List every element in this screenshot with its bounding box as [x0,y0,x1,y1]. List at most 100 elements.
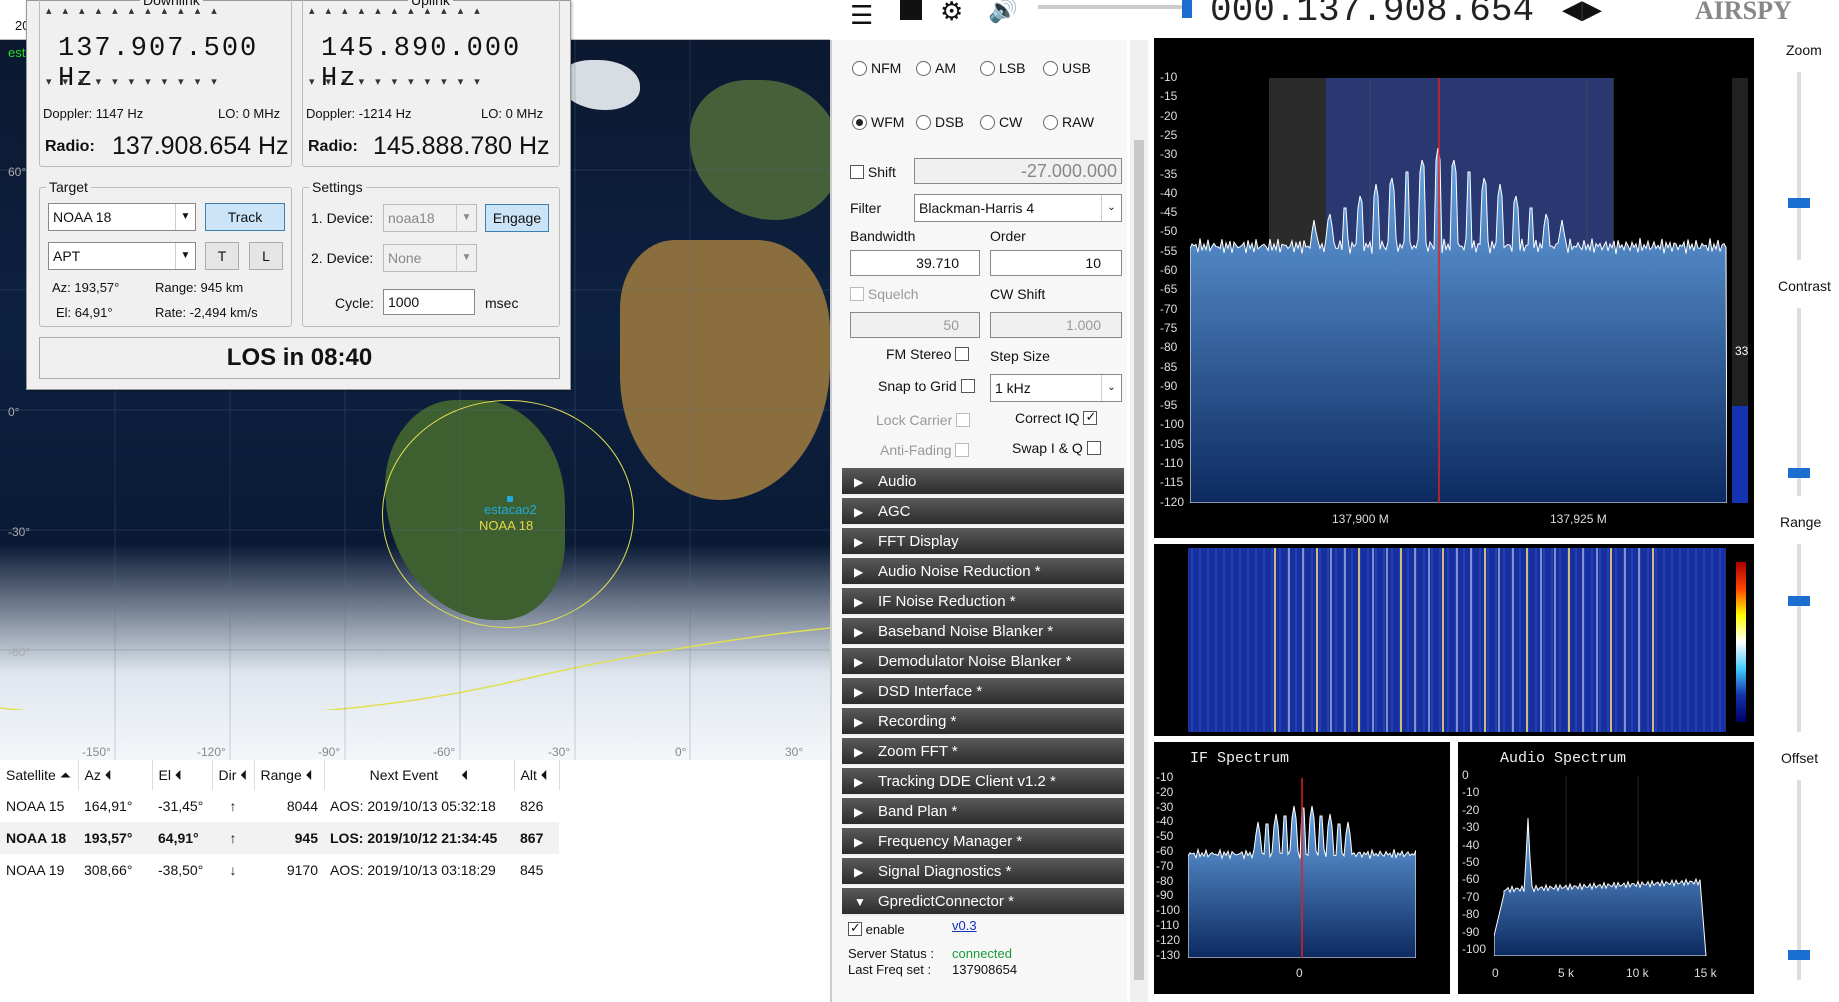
if-spectrum[interactable]: IF Spectrum -10 -20 -30 -40 -50 -60 -70 -80 -90-… [1154,742,1450,994]
scrollbar-thumb[interactable] [1134,140,1144,980]
cwshift-input[interactable]: 1.000 [990,312,1122,338]
db-tick: -30 [1156,799,1174,814]
zoom-label: Zoom [1786,42,1822,58]
audio-spectrum[interactable]: Audio Spectrum 0 -10 -20 -30 -40 -50 -60 -70 -80… [1458,742,1754,994]
waterfall-line [1274,548,1276,732]
freq-step-dots[interactable]: ▴▴▴▴▴▴▴▴▴▴▴ [309,4,491,17]
plugin-header[interactable]: ▶ Recording * [842,708,1124,736]
plugin-header[interactable]: ▶ Audio Noise Reduction * [842,558,1124,586]
target-satellite-select[interactable]: NOAA 18 ▼ [48,203,196,231]
mode-am[interactable]: AM [916,60,956,76]
mode-cw[interactable]: CW [980,114,1022,130]
freq-step-dots[interactable]: ▾▾▾▾▾▾▾▾▾▾▾ [309,75,491,88]
lon-label: 0° [675,745,687,759]
plugin-header[interactable]: ▶ Baseband Noise Blanker * [842,618,1124,646]
lon-label: -60° [433,745,456,759]
col-range[interactable]: Range ⏴ [254,760,325,790]
plugin-header[interactable]: ▶ Demodulator Noise Blanker * [842,648,1124,676]
col-satellite[interactable]: Satellite ⏶ [0,760,79,790]
plugin-header[interactable]: ▶ IF Noise Reduction * [842,588,1124,616]
plugin-header[interactable]: ▶ Band Plan * [842,798,1124,826]
bandwidth-input[interactable]: 39.710 [850,250,980,276]
panel-scrollbar[interactable] [1130,40,1148,1002]
menu-icon[interactable]: ☰ [850,0,873,31]
col-el[interactable]: El ⏴ [152,760,213,790]
gear-icon[interactable]: ⚙ [940,0,963,27]
frequency-display[interactable]: 000.137.908.654 [1210,0,1534,31]
antifading-checkbox[interactable]: Anti-Fading [880,442,970,458]
squelch-checkbox[interactable]: Squelch [850,286,918,302]
col-az[interactable]: Az ⏴ [78,760,153,790]
plugin-header[interactable]: ▶ Tracking DDE Client v1.2 * [842,768,1124,796]
col-alt[interactable]: Alt ⏴ [514,760,560,790]
fmstereo-checkbox[interactable]: FM Stereo [886,346,970,362]
table-row[interactable]: NOAA 15 164,91° -31,45° ↑ 8044 AOS: 2019/10/1… [0,790,559,822]
table-header: Satellite ⏶ Az ⏴ El ⏴ Dir ⏴ Range ⏴ Next… [0,760,560,790]
zoom-thumb[interactable] [1788,198,1810,208]
lockcarrier-checkbox[interactable]: Lock Carrier [876,412,971,428]
device1-select[interactable]: noaa18 ▼ [383,204,477,232]
version-link[interactable]: v0.3 [952,918,977,933]
engage-button[interactable]: Engage [485,204,549,232]
mode-dsb[interactable]: DSB [916,114,964,130]
shift-input[interactable]: -27.000.000 [914,158,1122,184]
waterfall-line [1456,548,1458,732]
mode-raw[interactable]: RAW [1043,114,1094,130]
cycle-unit: msec [485,295,519,311]
volume-thumb[interactable] [1182,0,1192,18]
offset-thumb[interactable] [1788,950,1810,960]
range-slider[interactable] [1797,544,1801,732]
plugin-header[interactable]: ▼ GpredictConnector * [842,888,1124,916]
l-button[interactable]: L [249,242,283,270]
plugin-header[interactable]: ▶ Signal Diagnostics * [842,858,1124,886]
volume-slider[interactable] [1038,5,1188,9]
device2-select[interactable]: None ▼ [383,244,477,272]
db-tick: -80 [1462,907,1480,922]
col-next-event[interactable]: Next Event ⏴ [324,760,515,790]
table-row[interactable]: NOAA 18 193,57° 64,91° ↑ 945 LOS: 2019/10/12 … [0,822,559,854]
freq-step-dots[interactable]: ▾▾▾▾▾▾▾▾▾▾▾ [46,75,228,88]
cycle-input[interactable]: 1000 [383,289,475,315]
swapiq-checkbox[interactable]: Swap I & Q [1012,440,1101,456]
correctiq-checkbox[interactable]: Correct IQ [1015,409,1098,426]
range-thumb[interactable] [1788,596,1810,606]
mode-nfm[interactable]: NFM [852,60,901,76]
order-input[interactable]: 10 [990,250,1122,276]
plugin-header[interactable]: ▶ Audio [842,468,1124,496]
stepsize-select[interactable]: 1 kHz ⌄ [990,374,1122,402]
sdrsharp-window: ☰ ⚙ 🔊 000.137.908.654 ◀▶ AIRSPY NFM AM L… [830,0,1839,1002]
db-tick: -100 [1462,942,1487,956]
plugin-header[interactable]: ▶ Zoom FFT * [842,738,1124,766]
mode-wfm[interactable]: WFM [852,114,904,130]
db-tick: -120 [1160,494,1185,509]
table-row[interactable]: NOAA 19 308,66° -38,50° ↓ 9170 AOS: 2019/10/1… [0,854,559,886]
snap-checkbox[interactable]: Snap to Grid [878,378,975,394]
tuning-arrows-icon[interactable]: ◀▶ [1562,0,1602,25]
waterfall-line [1554,548,1556,732]
plugin-header[interactable]: ▶ AGC [842,498,1124,526]
target-mode-select[interactable]: APT ▼ [48,242,196,270]
filter-select[interactable]: Blackman-Harris 4 ⌄ [914,194,1122,222]
mode-usb[interactable]: USB [1043,60,1091,76]
speaker-icon[interactable]: 🔊 [988,0,1018,25]
stop-icon[interactable] [900,0,922,20]
freq-step-dots[interactable]: ▴▴▴▴▴▴▴▴▴▴▴ [46,4,228,17]
plugin-header[interactable]: ▶ DSD Interface * [842,678,1124,706]
plugin-header[interactable]: ▶ Frequency Manager * [842,828,1124,856]
shift-checkbox[interactable]: Shift [850,164,896,180]
t-button[interactable]: T [205,242,239,270]
chevron-right-icon: ▶ [854,835,864,849]
target-title: Target [46,179,91,195]
waterfall[interactable] [1154,544,1754,736]
track-button[interactable]: Track [205,203,285,231]
main-spectrum[interactable]: -10 -15 -20 -25 -30 -35 -40 -45 -50 -55 -60 -65 -70 -… [1154,38,1754,538]
plugin-header[interactable]: ▶ FFT Display [842,528,1124,556]
zoom-slider[interactable] [1797,72,1801,260]
col-dir[interactable]: Dir ⏴ [212,760,255,790]
contrast-thumb[interactable] [1788,468,1810,478]
squelch-input[interactable]: 50 [850,312,980,338]
waterfall-line [1568,548,1570,732]
mode-lsb[interactable]: LSB [980,60,1025,76]
db-tick: -30 [1160,147,1178,162]
enable-checkbox[interactable]: enable [848,920,905,937]
